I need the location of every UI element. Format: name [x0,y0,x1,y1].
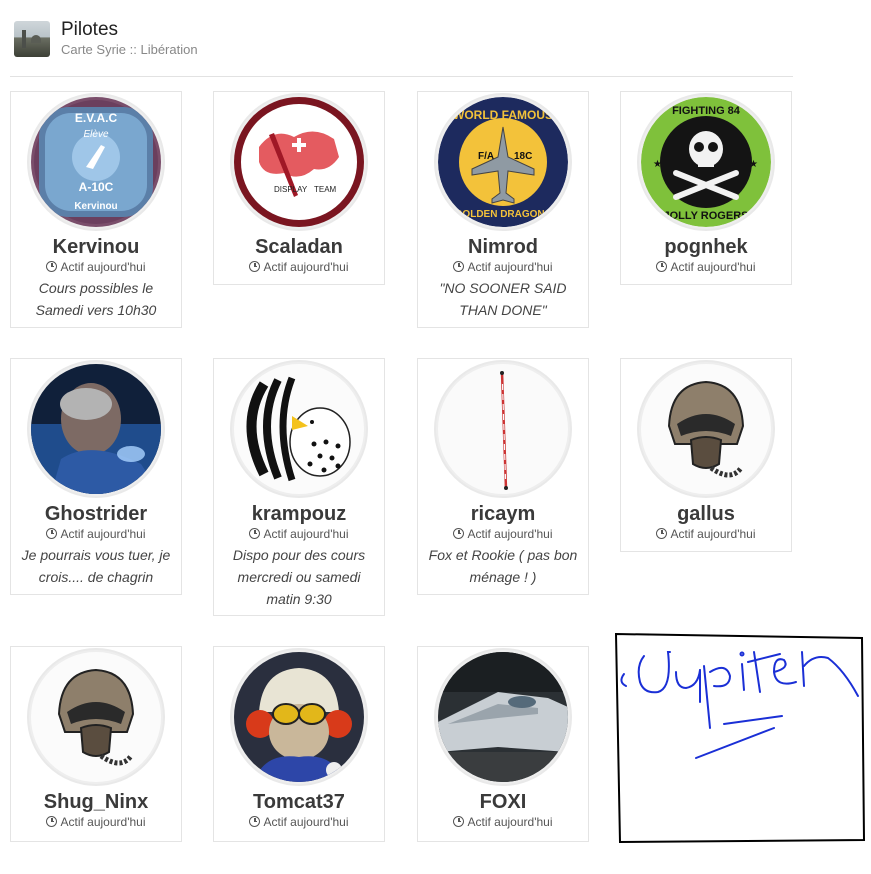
svg-text:JOLLY ROGERS: JOLLY ROGERS [664,210,749,222]
golden-dragons-patch-icon: WORLD FAMOUS F/A 18C GOLDEN DRAGONS [438,97,568,227]
svg-text:DISPLAY: DISPLAY [274,185,308,194]
avatar[interactable]: E.V.A.C Elève A-10C Kervinou [27,93,165,231]
pilot-motto: Cours possibles le Samedi vers 10h30 [35,280,157,318]
jolly-rogers-patch-icon: FIGHTING 84 VF-84 JOLLY ROGERS ★ ★ [641,97,771,227]
pilot-card: FIGHTING 84 VF-84 JOLLY ROGERS ★ ★ pognh… [620,91,792,285]
pilot-helmet-drawing-icon [641,364,771,494]
pilot-card: gallus Actif aujourd'hui [620,358,792,552]
activity-status: Actif aujourd'hui [11,259,181,275]
svg-text:★: ★ [749,159,758,170]
pilot-card: DISPLAY TEAM EHG Scaladan Actif aujourd'… [213,91,385,285]
pilot-name[interactable]: Shug_Ninx [11,790,181,814]
svg-text:VF-84: VF-84 [698,185,715,191]
svg-text:F/A: F/A [478,151,494,162]
clock-icon [249,261,261,272]
portrait-photo-icon [31,364,161,494]
clock-icon [46,816,58,827]
svg-text:A-10C: A-10C [79,180,114,194]
svg-text:FIGHTING 84: FIGHTING 84 [672,105,741,117]
pilot-card: Shug_Ninx Actif aujourd'hui [10,646,182,842]
pilot-name[interactable]: gallus [621,502,791,526]
pilot-card: krampouz Actif aujourd'hui Dispo pour de… [213,358,385,616]
pilot-name[interactable]: ricaym [418,502,588,526]
avatar[interactable] [230,648,368,786]
map-thumbnail-icon[interactable] [14,21,50,57]
svg-text:★: ★ [653,159,662,170]
avatar[interactable]: DISPLAY TEAM EHG [230,93,368,231]
pilot-name[interactable]: Kervinou [11,235,181,259]
avatar[interactable] [434,648,572,786]
svg-text:18C: 18C [514,151,532,162]
avatar[interactable]: FIGHTING 84 VF-84 JOLLY ROGERS ★ ★ [637,93,775,231]
mirage-jet-photo-icon [438,652,568,782]
avatar[interactable]: WORLD FAMOUS F/A 18C GOLDEN DRAGONS [434,93,572,231]
clock-icon [453,261,465,272]
cat-pilot-illustration-icon [234,652,364,782]
header-text: Pilotes Carte Syrie :: Libération [61,19,198,59]
pilot-motto: Je pourrais vous tuer, je crois.... de c… [21,547,171,585]
activity-status: Actif aujourd'hui [621,259,791,275]
pilot-motto: Fox et Rookie ( pas bon ménage ! ) [428,547,578,585]
clock-icon [656,528,668,539]
clock-icon [656,261,668,272]
page-header: Pilotes Carte Syrie :: Libération [14,18,198,60]
svg-text:EHG: EHG [291,204,308,213]
svg-text:Kervinou: Kervinou [74,201,117,212]
pilot-name[interactable]: Nimrod [418,235,588,259]
avatar[interactable] [27,648,165,786]
pilot-card: Ghostrider Actif aujourd'hui Je pourrais… [10,358,182,595]
avatar[interactable] [27,360,165,498]
header-divider [10,76,793,77]
pilot-name[interactable]: Ghostrider [11,502,181,526]
white-cane-image-icon [438,364,568,494]
page-subtitle: Carte Syrie :: Libération [61,42,198,57]
svg-text:TEAM: TEAM [314,185,337,194]
pilot-card: FOXI Actif aujourd'hui [417,646,589,842]
activity-status: Actif aujourd'hui [214,526,384,542]
pilot-name[interactable]: Scaladan [214,235,384,259]
svg-text:E.V.A.C: E.V.A.C [75,111,118,125]
activity-status: Actif aujourd'hui [418,814,588,830]
clock-icon [46,528,58,539]
svg-text:WORLD FAMOUS: WORLD FAMOUS [453,108,553,122]
avatar[interactable] [637,360,775,498]
activity-status: Actif aujourd'hui [418,526,588,542]
pilot-helmet-drawing-icon [31,652,161,782]
activity-status: Actif aujourd'hui [214,259,384,275]
pilot-name[interactable]: krampouz [214,502,384,526]
breton-bird-emblem-icon [234,364,364,494]
pilot-motto: "NO SOONER SAID THAN DONE" [439,280,567,318]
eleve-a10c-patch-icon: E.V.A.C Elève A-10C Kervinou [31,97,161,227]
pilot-card: E.V.A.C Elève A-10C Kervinou Kervinou Ac… [10,91,182,328]
page-title: Pilotes [61,19,119,40]
pilot-card: ricaym Actif aujourd'hui Fox et Rookie (… [417,358,589,595]
avatar[interactable] [434,360,572,498]
avatar[interactable] [230,360,368,498]
clock-icon [249,528,261,539]
clock-icon [453,528,465,539]
pilot-motto: Dispo pour des cours mercredi ou samedi … [232,547,366,607]
handwritten-signature-image [614,632,866,844]
activity-status: Actif aujourd'hui [11,814,181,830]
activity-status: Actif aujourd'hui [418,259,588,275]
clock-icon [46,261,58,272]
pilot-name[interactable]: FOXI [418,790,588,814]
svg-text:GOLDEN DRAGONS: GOLDEN DRAGONS [455,209,552,220]
swiss-display-team-patch-icon: DISPLAY TEAM EHG [234,97,364,227]
activity-status: Actif aujourd'hui [214,814,384,830]
pilot-name[interactable]: Tomcat37 [214,790,384,814]
pilot-name[interactable]: pognhek [621,235,791,259]
pilot-card: Tomcat37 Actif aujourd'hui [213,646,385,842]
activity-status: Actif aujourd'hui [621,526,791,542]
clock-icon [249,816,261,827]
activity-status: Actif aujourd'hui [11,526,181,542]
pilot-card: WORLD FAMOUS F/A 18C GOLDEN DRAGONS Nimr… [417,91,589,328]
clock-icon [453,816,465,827]
svg-text:Elève: Elève [83,129,108,140]
